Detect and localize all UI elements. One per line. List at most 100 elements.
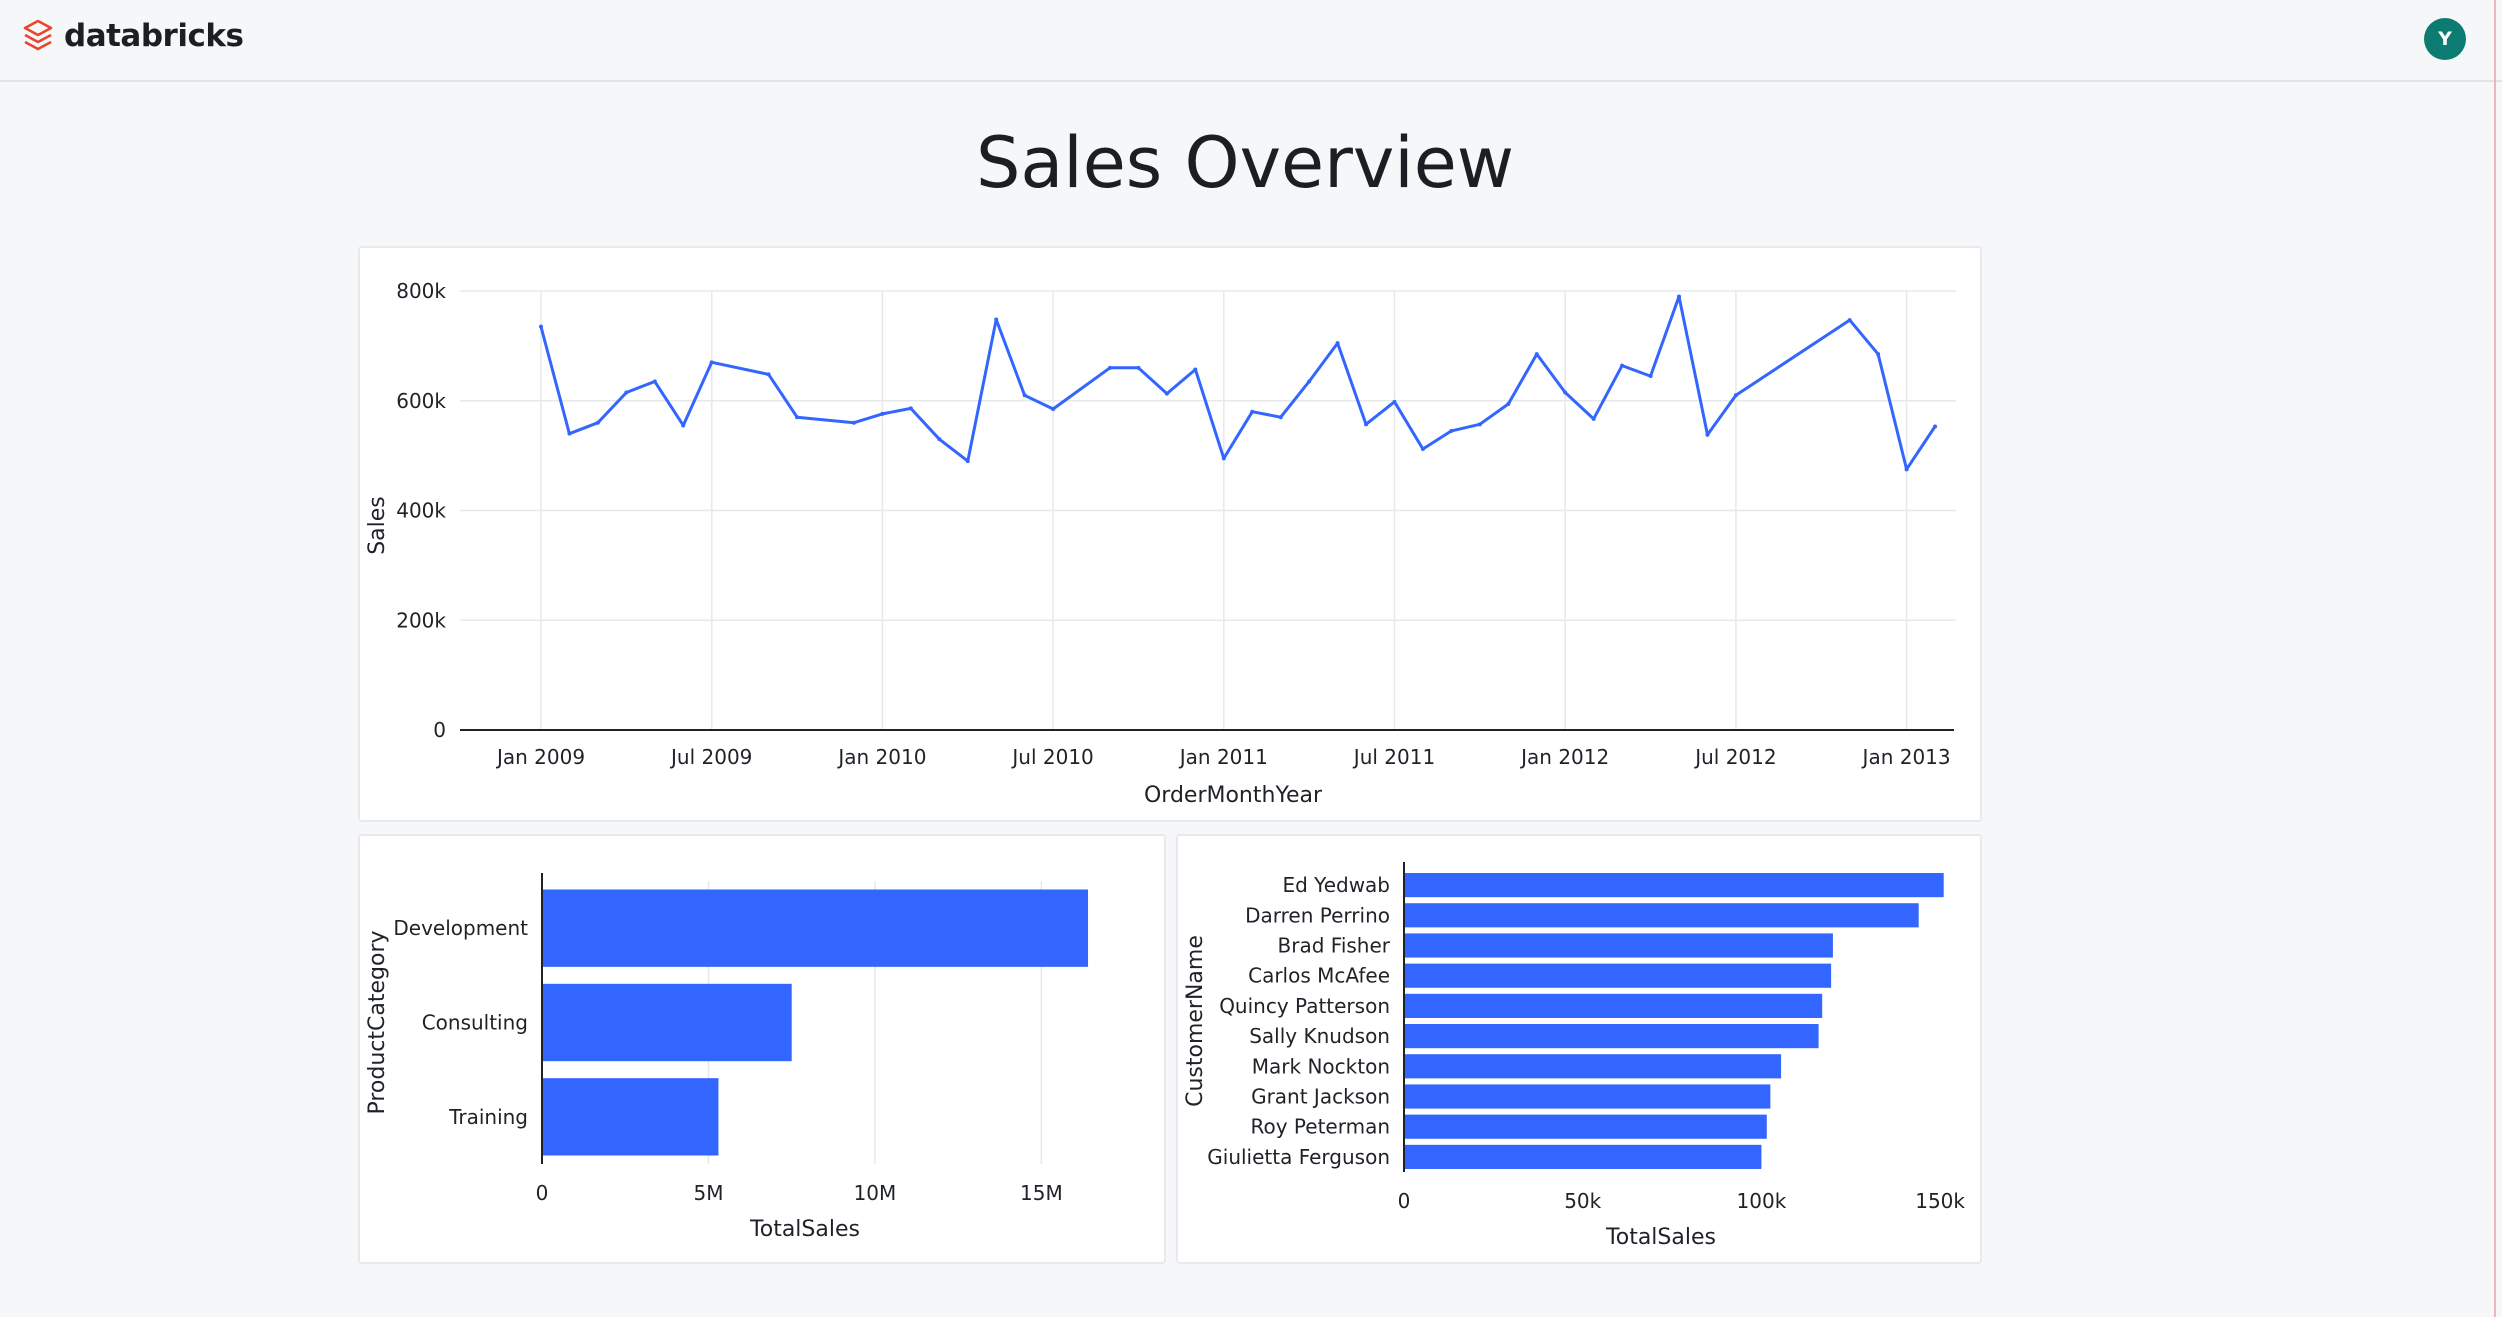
sales-data-point — [965, 459, 970, 464]
category-bar — [1404, 1054, 1782, 1079]
x-axis-title: TotalSales — [749, 1217, 860, 1242]
x-tick-label: Jul 2010 — [1010, 745, 1093, 769]
sales-data-point — [1933, 424, 1938, 429]
x-tick-label: 0 — [536, 1181, 549, 1205]
sales-data-point — [1876, 352, 1881, 357]
sales-data-point — [937, 437, 942, 442]
y-tick-label: 800k — [396, 279, 446, 303]
sales-data-point — [1250, 409, 1255, 414]
sales-data-point — [1108, 365, 1112, 370]
user-avatar[interactable]: Y — [2424, 18, 2466, 60]
sales-data-point — [795, 415, 800, 420]
sales-data-point — [1221, 456, 1226, 461]
sales-data-point — [1506, 402, 1511, 407]
top-bar: databricks Y — [0, 0, 2502, 82]
category-bar — [542, 983, 792, 1062]
category-bar — [1404, 993, 1823, 1018]
sales-data-point — [1449, 428, 1454, 433]
category-label: Training — [448, 1105, 528, 1129]
sales-data-point — [1733, 393, 1738, 398]
window-edge — [2494, 0, 2496, 1317]
x-tick-label: Jan 2012 — [1519, 745, 1609, 769]
sales-data-point — [1563, 390, 1568, 395]
sales-data-point — [1904, 467, 1909, 472]
brand-name: databricks — [64, 18, 244, 54]
x-tick-label: 5M — [693, 1181, 723, 1205]
category-label: Giulietta Ferguson — [1207, 1145, 1390, 1169]
category-label: Quincy Patterson — [1219, 994, 1390, 1018]
x-tick-label: Jul 2011 — [1352, 745, 1435, 769]
brand-logo[interactable]: databricks — [22, 18, 244, 54]
x-tick-label: 100k — [1737, 1189, 1787, 1213]
sales-data-point — [1022, 393, 1027, 398]
x-axis-title: TotalSales — [1605, 1225, 1716, 1250]
sales-data-point — [1164, 391, 1169, 396]
category-bar — [1404, 963, 1832, 988]
sales-data-point — [624, 390, 629, 395]
sales-data-point — [652, 379, 657, 384]
sales-data-point — [1847, 318, 1852, 323]
category-label: Ed Yedwab — [1282, 873, 1390, 897]
sales-data-point — [851, 420, 856, 425]
category-bar — [542, 1078, 719, 1156]
category-label: Carlos McAfee — [1248, 964, 1390, 988]
x-tick-label: 10M — [854, 1181, 897, 1205]
sales-data-point — [994, 317, 999, 322]
category-label: Darren Perrino — [1245, 903, 1390, 927]
y-axis-title: CustomerName — [1183, 935, 1208, 1107]
sales-data-point — [1392, 399, 1397, 404]
x-tick-label: Jul 2009 — [669, 745, 752, 769]
databricks-logo-icon — [22, 18, 54, 54]
sales-data-point — [709, 360, 714, 365]
category-bar — [1404, 1024, 1819, 1049]
y-tick-label: 600k — [396, 389, 446, 413]
sales-line-chart[interactable]: 0 200k 400k 600k 800k Jan 2009 Jul 2009 Jan 201… — [360, 248, 1980, 820]
sales-data-point — [1477, 422, 1482, 427]
sales-data-point — [1136, 365, 1141, 370]
y-tick-label: 0 — [433, 718, 446, 742]
x-tick-label: Jan 2013 — [1861, 745, 1951, 769]
x-tick-label: 50k — [1564, 1189, 1601, 1213]
sales-series-line — [539, 295, 1937, 471]
x-tick-label: Jan 2009 — [495, 745, 585, 769]
category-label: Consulting — [422, 1011, 528, 1035]
x-tick-label: Jul 2012 — [1693, 745, 1776, 769]
category-bar — [542, 889, 1089, 967]
category-label: Development — [393, 916, 528, 940]
y-axis-title: ProductCategory — [365, 930, 390, 1114]
page-title: Sales Overview — [975, 122, 1515, 204]
category-label: Brad Fisher — [1278, 934, 1391, 958]
y-axis-title: Sales — [365, 496, 390, 555]
sales-data-point — [1534, 352, 1539, 357]
x-tick-label: Jan 2011 — [1178, 745, 1268, 769]
x-tick-label: 15M — [1020, 1181, 1063, 1205]
sales-data-point — [1364, 422, 1369, 427]
sales-data-point — [1051, 406, 1056, 411]
sales-data-point — [1677, 294, 1681, 299]
y-tick-label: 400k — [396, 499, 446, 523]
category-bar — [1404, 1114, 1767, 1139]
sales-data-point — [681, 423, 686, 428]
product-category-chart-card: Development Consulting Training 0 5M 10M 15M To… — [358, 834, 1166, 1264]
customer-sales-bar-chart[interactable]: Ed Yedwab Darren Perrino Brad Fisher Carlos… — [1178, 836, 1980, 1262]
category-label: Sally Knudson — [1249, 1024, 1390, 1048]
sales-data-point — [908, 406, 913, 411]
sales-data-point — [539, 324, 543, 329]
sales-data-point — [1278, 415, 1283, 420]
category-bar — [1404, 1144, 1762, 1169]
product-category-bar-chart[interactable]: Development Consulting Training 0 5M 10M 15M To… — [360, 836, 1164, 1262]
sales-data-point — [1420, 447, 1425, 452]
category-label: Grant Jackson — [1251, 1085, 1390, 1109]
category-bar — [1404, 1084, 1771, 1109]
sales-data-point — [1335, 341, 1340, 346]
x-tick-label: Jan 2010 — [836, 745, 926, 769]
sales-data-point — [766, 372, 771, 377]
category-label: Roy Peterman — [1250, 1115, 1390, 1139]
category-bar — [1404, 933, 1833, 958]
customer-sales-chart-card: Ed Yedwab Darren Perrino Brad Fisher Carlos… — [1176, 834, 1982, 1264]
sales-data-point — [1648, 374, 1653, 379]
sales-data-point — [567, 431, 572, 436]
x-tick-label: 0 — [1398, 1189, 1411, 1213]
sales-data-point — [1307, 379, 1312, 384]
category-label: Mark Nockton — [1252, 1054, 1390, 1078]
